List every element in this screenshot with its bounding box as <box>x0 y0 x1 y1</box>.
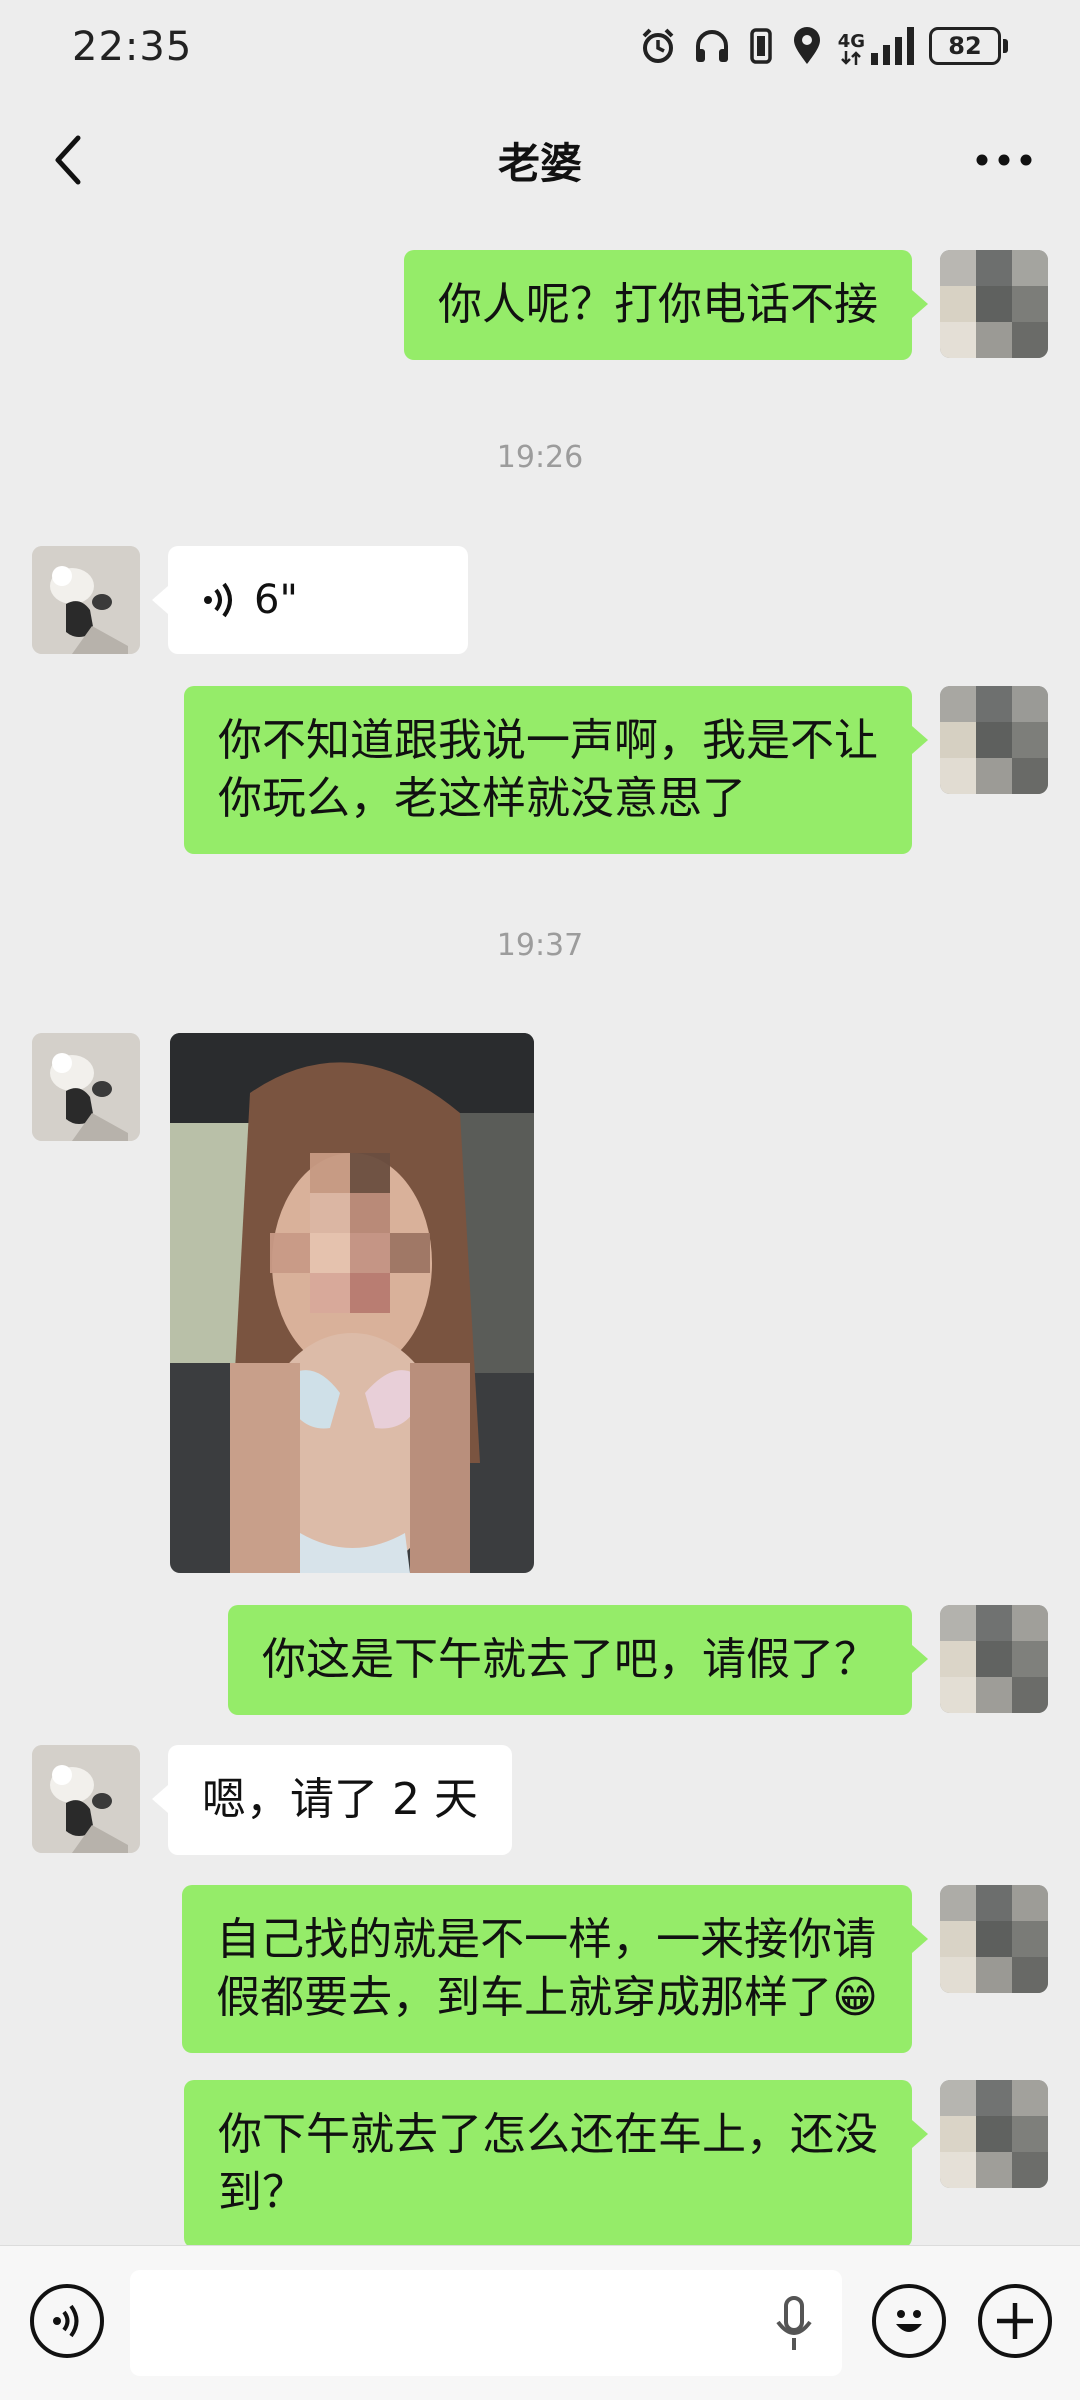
message-text: 嗯，请了 2 天 <box>202 1774 478 1825</box>
plus-icon <box>997 2303 1033 2339</box>
input-bar <box>0 2245 1080 2400</box>
voice-mode-button[interactable] <box>30 2284 104 2358</box>
my-message-bubble[interactable]: 你下午就去了怎么还在车上，还没 到？ <box>184 2080 928 2245</box>
signal-icon: 4G <box>838 27 915 65</box>
my-message-bubble[interactable]: 自己找的就是不一样，一来接你请 假都要去，到车上就穿成那样了😁 <box>182 1885 928 2053</box>
message-row: 嗯，请了 2 天 <box>0 1745 1080 1855</box>
microphone-icon <box>776 2296 812 2350</box>
my-avatar[interactable] <box>940 1885 1048 1993</box>
voice-message-bubble[interactable]: 6" <box>152 546 468 654</box>
location-icon <box>790 26 824 66</box>
message-input[interactable] <box>130 2270 842 2376</box>
battery-level: 82 <box>929 27 1001 65</box>
voice-wave-icon <box>204 582 232 618</box>
message-row: 你下午就去了怎么还在车上，还没 到？ <box>0 2080 1080 2245</box>
message-text-line: 你玩么，老这样就没意思了 <box>218 773 746 824</box>
my-avatar[interactable] <box>940 250 1048 358</box>
network-type: 4G <box>837 31 865 52</box>
more-functions-button[interactable] <box>978 2284 1052 2358</box>
my-message-bubble[interactable]: 你这是下午就去了吧，请假了？ <box>228 1605 928 1715</box>
status-icons: 4G 82 <box>638 26 1008 66</box>
vibrate-icon <box>746 26 776 66</box>
my-avatar[interactable] <box>940 686 1048 794</box>
contact-avatar[interactable] <box>32 1745 140 1853</box>
chat-area[interactable]: 你人呢？打你电话不接 19:26 6" 你不知道跟我说一声啊，我是不让 你玩么，… <box>0 220 1080 2245</box>
message-text-line: 到？ <box>218 2167 306 2218</box>
message-row: 你人呢？打你电话不接 <box>0 250 1080 360</box>
chevron-left-icon <box>55 135 81 185</box>
message-row: 你不知道跟我说一声啊，我是不让 你玩么，老这样就没意思了 <box>0 686 1080 854</box>
my-avatar[interactable] <box>940 2080 1048 2188</box>
message-row: 你这是下午就去了吧，请假了？ <box>0 1605 1080 1715</box>
more-button[interactable] <box>964 128 1044 192</box>
my-avatar[interactable] <box>940 1605 1048 1713</box>
microphone-button[interactable] <box>770 2296 818 2352</box>
voice-mode-icon <box>53 2304 79 2338</box>
message-row <box>0 1033 1080 1573</box>
message-text-line: 假都要去，到车上就穿成那样了😁 <box>216 1972 878 2023</box>
back-button[interactable] <box>36 128 100 192</box>
voice-duration: 6" <box>254 577 298 623</box>
message-text-line: 自己找的就是不一样，一来接你请 <box>216 1914 877 1965</box>
status-bar: 22:35 4G 82 <box>0 0 1080 100</box>
image-message[interactable] <box>170 1033 534 1573</box>
message-text-line: 你下午就去了怎么还在车上，还没 <box>218 2109 878 2160</box>
my-message-bubble[interactable]: 你不知道跟我说一声啊，我是不让 你玩么，老这样就没意思了 <box>184 686 928 854</box>
message-text: 你这是下午就去了吧，请假了？ <box>262 1634 878 1685</box>
emoji-button[interactable] <box>872 2284 946 2358</box>
more-dots-icon <box>976 154 1032 166</box>
contact-avatar[interactable] <box>32 546 140 654</box>
message-row: 6" <box>0 546 1080 656</box>
message-row: 自己找的就是不一样，一来接你请 假都要去，到车上就穿成那样了😁 <box>0 1885 1080 2053</box>
timestamp: 19:26 <box>496 440 584 475</box>
alarm-icon <box>638 26 678 66</box>
headphones-icon <box>692 26 732 66</box>
emoji-icon <box>896 2310 922 2332</box>
chat-title: 老婆 <box>497 138 582 188</box>
message-text: 你人呢？打你电话不接 <box>438 279 878 330</box>
status-time: 22:35 <box>72 24 193 70</box>
timestamp: 19:37 <box>496 928 584 963</box>
message-text-line: 你不知道跟我说一声啊，我是不让 <box>218 715 878 766</box>
contact-message-bubble[interactable]: 嗯，请了 2 天 <box>152 1745 512 1855</box>
chat-header: 老婆 <box>0 100 1080 220</box>
battery-icon: 82 <box>929 27 1008 65</box>
my-message-bubble[interactable]: 你人呢？打你电话不接 <box>404 250 928 360</box>
contact-avatar[interactable] <box>32 1033 140 1141</box>
